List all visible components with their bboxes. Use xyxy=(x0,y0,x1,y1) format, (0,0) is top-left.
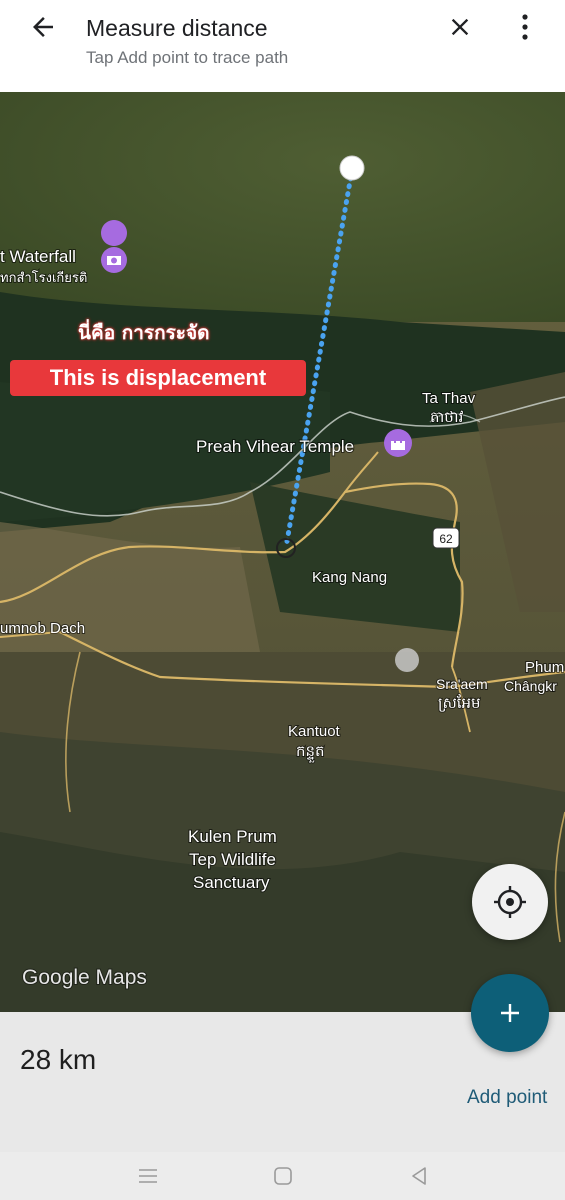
map-label-kantuot: Kantuot xyxy=(288,723,341,740)
page-title: Measure distance xyxy=(86,15,268,41)
nav-back-icon[interactable] xyxy=(407,1164,431,1188)
top-app-bar: Measure distance Tap Add point to trace … xyxy=(0,0,565,92)
arrow-back-icon[interactable] xyxy=(28,12,58,42)
add-point-button[interactable] xyxy=(471,974,549,1052)
map-label-kulen-2: Tep Wildlife xyxy=(189,850,276,869)
annotation-text: This is displacement xyxy=(49,365,267,390)
my-location-icon xyxy=(494,886,526,918)
distance-readout: 28 km xyxy=(20,1044,97,1075)
map-label-preah-vihear: Preah Vihear Temple xyxy=(196,437,354,456)
map-label-ta-thav: Ta Thav xyxy=(422,390,476,407)
close-icon[interactable] xyxy=(446,13,474,41)
annotation-banner: This is displacement xyxy=(10,360,306,396)
map-label-kulen-1: Kulen Prum xyxy=(188,827,277,846)
my-location-button[interactable] xyxy=(472,864,548,940)
annotation-thai-label: นี่คือ การกระจัด xyxy=(78,322,210,344)
route-shield-icon: 62 xyxy=(432,527,460,549)
crosshair-dot xyxy=(395,648,419,672)
map-label-waterfall: t Waterfall xyxy=(0,247,76,266)
map-label-kulen-3: Sanctuary xyxy=(193,873,270,892)
more-vert-icon[interactable] xyxy=(515,13,535,41)
measure-start-point xyxy=(339,155,365,181)
add-point-label[interactable]: Add point xyxy=(467,1087,547,1109)
map-label-umnob-dach: umnob Dach xyxy=(0,620,85,637)
map-label-waterfall-thai: ทกสำโรงเกียรติ xyxy=(0,270,87,285)
google-maps-watermark: Google Maps xyxy=(22,966,147,989)
system-nav-bar xyxy=(0,1152,565,1200)
map-label-sraaem-khmer: ស្រអែម xyxy=(438,694,481,712)
home-icon[interactable] xyxy=(271,1164,295,1188)
route-number: 62 xyxy=(439,532,453,546)
map-label-phum: Phum xyxy=(525,659,564,676)
plus-icon xyxy=(501,1004,519,1022)
recents-icon[interactable] xyxy=(136,1164,160,1188)
map-label-sraaem: Sra'aem xyxy=(436,676,488,692)
map-label-ta-thav-khmer: តាថាវ xyxy=(430,409,464,426)
map-label-kang-nang: Kang Nang xyxy=(312,569,387,586)
page-subtitle: Tap Add point to trace path xyxy=(86,48,289,67)
temple-poi-icon[interactable] xyxy=(384,429,412,457)
map-label-changkr: Chângkr xyxy=(504,678,557,694)
